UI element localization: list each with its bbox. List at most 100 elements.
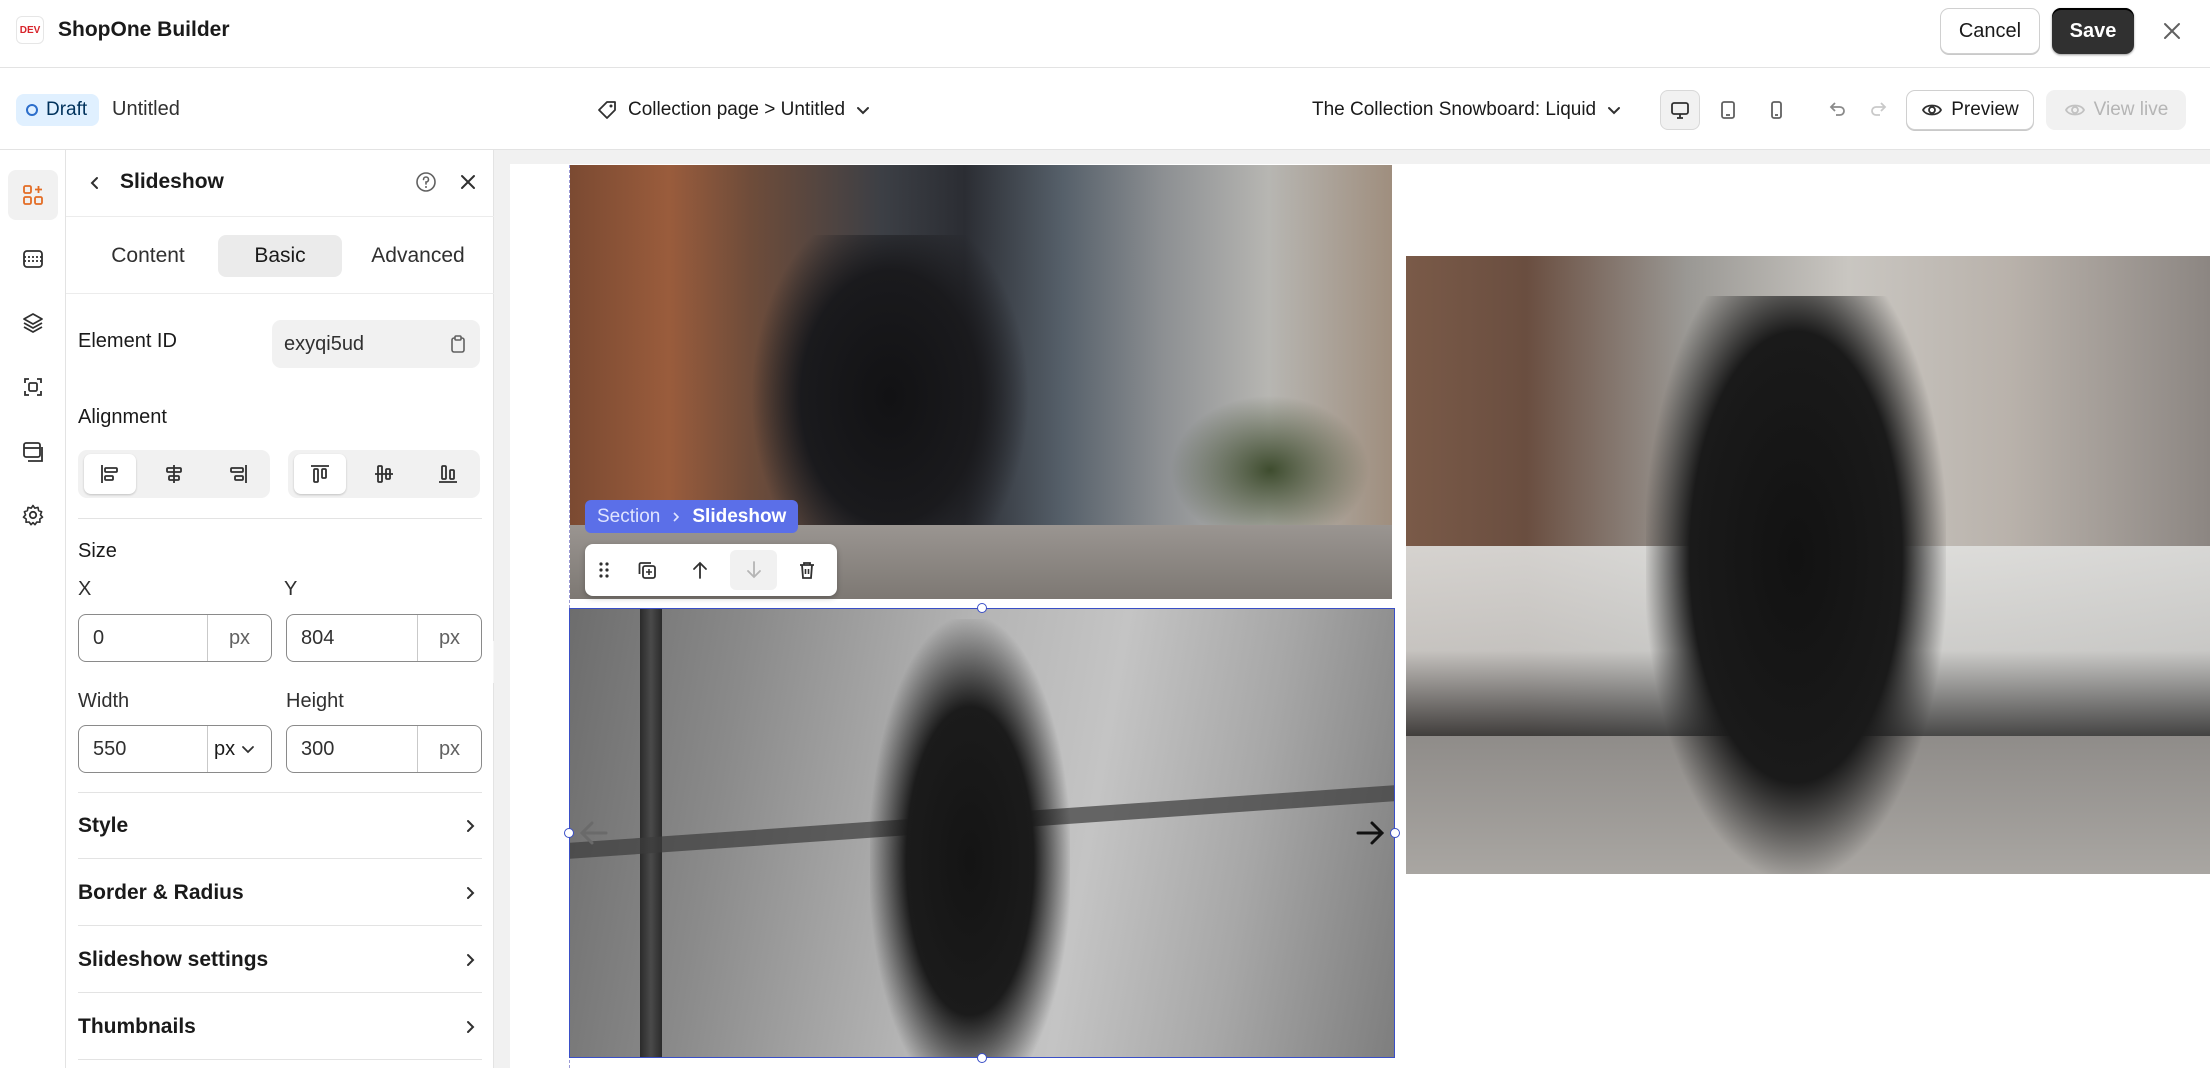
tag-icon	[598, 101, 616, 119]
y-position-input[interactable]: 804 px	[286, 614, 482, 662]
arrow-up-icon	[693, 561, 708, 579]
align-left-button[interactable]	[84, 454, 136, 494]
chevron-right-icon	[458, 881, 482, 905]
panel-close-icon[interactable]	[452, 166, 484, 198]
panel-title: Slideshow	[120, 170, 224, 193]
clipboard-icon[interactable]	[446, 332, 470, 356]
accordion-thumbnails[interactable]: Thumbnails	[78, 994, 482, 1060]
accordion-slideshow-settings[interactable]: Slideshow settings	[78, 927, 482, 993]
width-input[interactable]: 550 px	[78, 725, 272, 773]
save-button[interactable]: Save	[2052, 8, 2134, 54]
template-selector[interactable]: The Collection Snowboard: Liquid	[1312, 94, 1622, 126]
element-quick-toolbar	[585, 544, 837, 596]
image-man-sitting-city[interactable]	[570, 165, 1392, 599]
panel-tabs: Content Basic Advanced	[66, 216, 494, 294]
tablet-view-button[interactable]	[1708, 90, 1748, 130]
sections-icon	[23, 250, 43, 268]
preview-button[interactable]: Preview	[1906, 90, 2034, 130]
height-input[interactable]: 300 px	[286, 725, 482, 773]
desktop-icon	[1671, 102, 1689, 119]
redo-icon	[1871, 102, 1887, 116]
height-label: Height	[286, 690, 344, 712]
arrow-right-icon	[1356, 821, 1385, 845]
breadcrumb-section[interactable]: Section	[597, 506, 660, 528]
move-down-button[interactable]	[729, 550, 778, 590]
mobile-view-button[interactable]	[1756, 90, 1796, 130]
width-value[interactable]: 550	[79, 726, 207, 772]
rail-item-sections[interactable]	[8, 234, 58, 284]
status-dot-icon	[26, 104, 38, 116]
left-icon-rail	[0, 150, 66, 1068]
resize-handle-top[interactable]	[977, 603, 987, 613]
cancel-button[interactable]: Cancel	[1940, 8, 2040, 54]
chevron-down-icon	[1608, 107, 1621, 115]
slideshow-next-arrow[interactable]	[1346, 809, 1394, 857]
document-title: Untitled	[112, 98, 180, 120]
rail-item-layers[interactable]	[8, 298, 58, 348]
tab-advanced[interactable]: Advanced	[354, 235, 482, 277]
align-right-button[interactable]	[212, 454, 264, 494]
tab-content[interactable]: Content	[90, 235, 206, 277]
y-value[interactable]: 804	[287, 615, 417, 661]
width-unit-select[interactable]: px	[207, 726, 271, 772]
close-icon[interactable]	[2155, 14, 2189, 48]
preview-button-label: Preview	[1951, 99, 2019, 120]
drag-handle-icon[interactable]	[591, 550, 617, 590]
tab-basic[interactable]: Basic	[218, 235, 342, 277]
x-value[interactable]: 0	[79, 615, 207, 661]
align-center-horizontal-icon	[166, 465, 182, 483]
page-selector-label: Collection page > Untitled	[628, 99, 846, 120]
back-chevron-icon[interactable]	[80, 168, 110, 198]
accordion-border-radius-label: Border & Radius	[78, 880, 244, 904]
layers-icon	[23, 313, 43, 333]
arrow-left-icon	[579, 821, 608, 845]
help-icon[interactable]	[410, 166, 442, 198]
align-top-icon	[311, 465, 329, 483]
chevron-down-icon	[242, 746, 255, 754]
page-selector[interactable]: Collection page > Untitled	[596, 94, 871, 126]
duplicate-button[interactable]	[623, 550, 671, 590]
align-bottom-button[interactable]	[422, 454, 474, 494]
template-selector-label: The Collection Snowboard: Liquid	[1312, 99, 1597, 120]
undo-button[interactable]	[1820, 92, 1854, 126]
accordion-slideshow-settings-label: Slideshow settings	[78, 947, 269, 971]
breadcrumb-slideshow[interactable]: Slideshow	[692, 506, 786, 528]
rail-item-settings[interactable]	[8, 490, 58, 540]
resize-handle-bottom[interactable]	[977, 1053, 987, 1063]
align-middle-icon	[375, 465, 393, 483]
align-top-button[interactable]	[294, 454, 346, 494]
accordion-style-label: Style	[78, 813, 129, 837]
move-up-button[interactable]	[676, 550, 724, 590]
desktop-view-button[interactable]	[1660, 90, 1700, 130]
slideshow-selection-box[interactable]	[564, 603, 1400, 1063]
vertical-alignment-group	[288, 450, 480, 498]
redo-button[interactable]	[1862, 92, 1896, 126]
settings-panel: Slideshow Content Basic Advanced Element…	[66, 150, 494, 1068]
view-live-button-label: View live	[2093, 99, 2169, 120]
view-live-button[interactable]: View live	[2046, 90, 2186, 130]
align-middle-button[interactable]	[358, 454, 410, 494]
element-id-field[interactable]: exyqi5ud	[272, 320, 480, 368]
rail-item-elements[interactable]	[8, 170, 58, 220]
x-position-input[interactable]: 0 px	[78, 614, 272, 662]
slideshow-prev-arrow[interactable]	[570, 809, 618, 857]
height-value[interactable]: 300	[287, 726, 417, 772]
eye-icon	[1922, 104, 1943, 116]
height-unit: px	[417, 726, 481, 772]
width-unit: px	[214, 737, 236, 760]
image-man-walking-street[interactable]	[1406, 256, 2210, 874]
align-center-h-button[interactable]	[148, 454, 200, 494]
element-breadcrumb: Section Slideshow	[585, 500, 799, 533]
delete-button[interactable]	[783, 550, 831, 590]
rail-item-templates[interactable]	[8, 362, 58, 412]
rail-item-pages[interactable]	[8, 426, 58, 476]
accordion-style[interactable]: Style	[78, 793, 482, 859]
accordion-border-radius[interactable]: Border & Radius	[78, 860, 482, 926]
duplicate-icon	[638, 562, 656, 579]
chevron-right-icon	[458, 1015, 482, 1039]
top-bar: DEV ShopOne Builder Cancel Save	[0, 0, 2210, 68]
logo-text: DEV	[19, 24, 41, 36]
arrow-down-icon	[746, 561, 761, 579]
mobile-icon	[1771, 101, 1782, 119]
element-id-value: exyqi5ud	[284, 332, 365, 355]
